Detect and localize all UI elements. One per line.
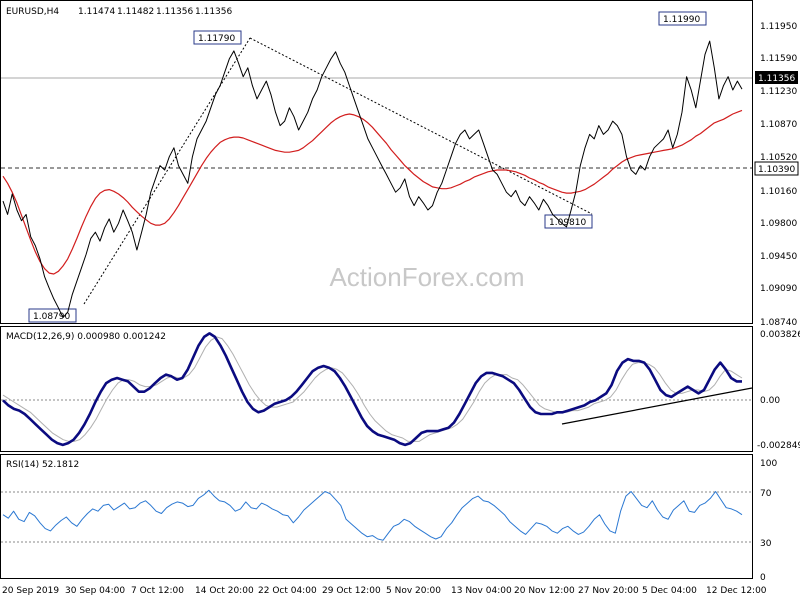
current-price-box: 1.11356 bbox=[755, 71, 798, 84]
x-tick-label: 22 Oct 04:00 bbox=[258, 586, 317, 596]
y-tick-label: 1.11230 bbox=[760, 87, 797, 97]
current-price-label: 1.11356 bbox=[758, 74, 795, 84]
y-tick-label: 1.09090 bbox=[760, 284, 797, 294]
ohlc-low: 1.11356 bbox=[156, 7, 193, 17]
annotation-high-oct: 1.11790 bbox=[193, 30, 242, 45]
rsi-y-tick: 0 bbox=[760, 573, 766, 583]
macd-y-tick: 0.00 bbox=[760, 396, 780, 406]
x-tick-label: 20 Sep 2019 bbox=[2, 586, 59, 596]
rsi-title: RSI(14) 52.1812 bbox=[6, 460, 79, 470]
y-tick-label: 1.11590 bbox=[760, 54, 797, 64]
y-tick-label: 1.09800 bbox=[760, 219, 797, 229]
macd-y-tick: 0.003826 bbox=[760, 330, 800, 340]
x-tick-label: 5 Nov 20:00 bbox=[386, 586, 441, 596]
x-tick-label: 13 Nov 04:00 bbox=[451, 586, 512, 596]
rsi-panel-frame bbox=[0, 454, 753, 579]
ohlc-open: 1.11474 bbox=[78, 7, 115, 17]
y-tick-label: 1.08740 bbox=[760, 318, 797, 328]
rsi-y-tick: 100 bbox=[760, 459, 777, 469]
x-tick-label: 14 Oct 20:00 bbox=[195, 586, 254, 596]
ohlc-close: 1.11356 bbox=[195, 7, 232, 17]
eurusd-chart: ActionForex.com EURUSD,H4 1.11474 1.1148… bbox=[0, 0, 800, 596]
rsi-y-tick: 70 bbox=[760, 489, 772, 499]
x-tick-label: 27 Nov 20:00 bbox=[578, 586, 639, 596]
watermark: ActionForex.com bbox=[329, 262, 524, 292]
x-tick-label: 7 Oct 12:00 bbox=[131, 586, 184, 596]
x-axis: 20 Sep 2019 30 Sep 04:00 7 Oct 12:00 14 … bbox=[2, 586, 767, 596]
x-tick-label: 12 Dec 12:00 bbox=[706, 586, 767, 596]
annotation-low-sep: 1.08790 bbox=[28, 308, 77, 323]
y-tick-label: 1.11950 bbox=[760, 22, 797, 32]
annotation-low-nov: 1.09810 bbox=[544, 214, 593, 229]
y-tick-label: 1.10160 bbox=[760, 187, 797, 197]
support-level-box: 1.10390 bbox=[754, 161, 799, 176]
macd-y-tick: -0.002849 bbox=[757, 441, 800, 451]
support-level-label: 1.10390 bbox=[758, 165, 795, 175]
price-title: EURUSD,H4 bbox=[6, 7, 59, 17]
annotation-label: 1.11990 bbox=[663, 15, 700, 25]
x-tick-label: 29 Oct 12:00 bbox=[322, 586, 381, 596]
annotation-label: 1.11790 bbox=[198, 34, 235, 44]
x-tick-label: 20 Nov 12:00 bbox=[514, 586, 575, 596]
macd-title: MACD(12,26,9) 0.000980 0.001242 bbox=[6, 332, 166, 342]
chart-root: ActionForex.com EURUSD,H4 1.11474 1.1148… bbox=[0, 0, 800, 600]
annotation-high-dec: 1.11990 bbox=[658, 11, 707, 26]
rsi-y-tick: 30 bbox=[760, 539, 772, 549]
y-tick-label: 1.10870 bbox=[760, 120, 797, 130]
y-tick-label: 1.09450 bbox=[760, 252, 797, 262]
x-tick-label: 5 Dec 04:00 bbox=[642, 586, 697, 596]
annotation-label: 1.08790 bbox=[33, 312, 70, 322]
x-tick-label: 30 Sep 04:00 bbox=[65, 586, 125, 596]
ohlc-high: 1.11482 bbox=[117, 7, 154, 17]
